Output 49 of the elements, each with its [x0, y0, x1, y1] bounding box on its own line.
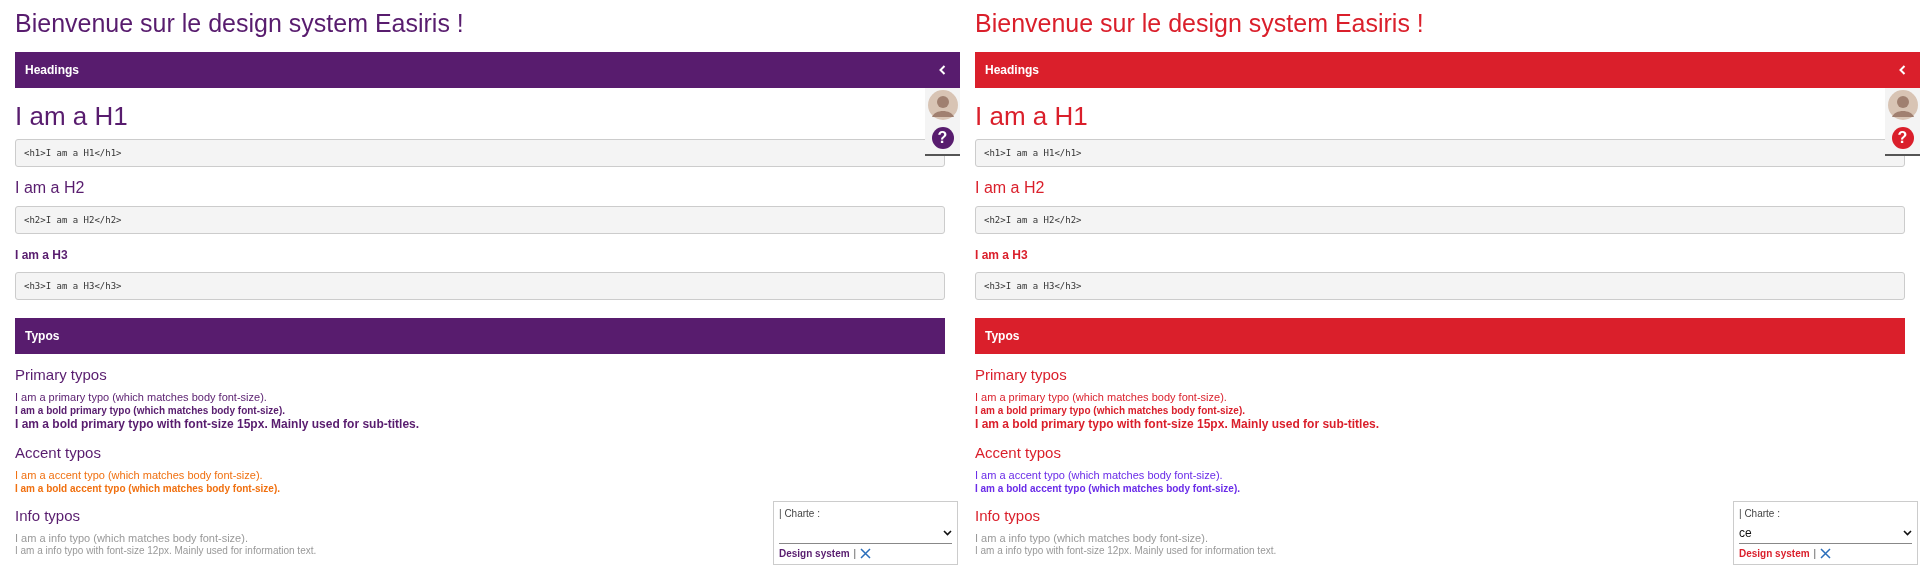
- design-system-link[interactable]: Design system: [779, 548, 850, 559]
- close-icon[interactable]: [860, 548, 872, 559]
- field-label: | Charte :: [1739, 508, 1781, 519]
- chevron-down-icon: [943, 530, 952, 536]
- typo-sample: I am a accent typo (which matches body font-size).: [15, 469, 263, 482]
- section-header: Typos: [15, 318, 945, 354]
- typo-sample: I am a bold accent typo (which matches body font-size).: [15, 482, 281, 495]
- heading-example: I am a H1: [975, 101, 1088, 131]
- typo-sample: I am a bold accent typo (which matches body font-size).: [975, 482, 1241, 495]
- design-system-link[interactable]: Design system: [1739, 548, 1810, 559]
- typo-group-title: Accent typos: [975, 444, 1061, 462]
- field-label: | Charte :: [779, 508, 821, 519]
- theme-select[interactable]: ce: [1739, 523, 1912, 544]
- avatar-icon[interactable]: [927, 90, 958, 120]
- typo-sample: I am a bold primary typo with font-size 15px. Mainly used for sub-titles.: [975, 417, 1380, 432]
- typo-sample: I am a primary typo (which matches body font-size).: [975, 391, 1227, 404]
- typo-sample: I am a primary typo (which matches body font-size).: [15, 391, 267, 404]
- code-block: <h2>I am a H2</h2>: [15, 206, 945, 234]
- separator-text: |: [853, 548, 857, 559]
- heading-example: I am a H3: [975, 248, 1028, 263]
- page-title: Bienvenue sur le design system Easiris !: [975, 8, 1425, 38]
- typo-sample: I am a info typo with font-size 12px. Mainly used for information text.: [975, 545, 1277, 557]
- typo-sample: I am a info typo with font-size 12px. Mainly used for information text.: [15, 545, 317, 557]
- chevron-down-icon: [1903, 530, 1912, 536]
- typo-group-title: Primary typos: [975, 366, 1067, 384]
- typo-group-title: Info typos: [15, 507, 81, 525]
- typo-sample: I am a accent typo (which matches body font-size).: [975, 469, 1223, 482]
- heading-example: I am a H1: [15, 101, 128, 131]
- close-icon[interactable]: [1820, 548, 1832, 559]
- separator-text: |: [1813, 548, 1817, 559]
- avatar-icon[interactable]: [1887, 90, 1918, 120]
- heading-example: I am a H3: [15, 248, 68, 263]
- chevron-left-icon: [939, 65, 946, 75]
- typo-sample: I am a bold primary typo with font-size 15px. Mainly used for sub-titles.: [15, 417, 420, 432]
- typo-group-title: Accent typos: [15, 444, 101, 462]
- section-header: Typos: [975, 318, 1905, 354]
- typo-group-title: Primary typos: [15, 366, 107, 384]
- code-block: <h3>I am a H3</h3>: [15, 272, 945, 300]
- heading-example: I am a H2: [975, 179, 1045, 197]
- page-title: Bienvenue sur le design system Easiris !: [15, 8, 465, 38]
- typo-sample: I am a info typo (which matches body font-size).: [15, 532, 248, 545]
- code-block: <h3>I am a H3</h3>: [975, 272, 1905, 300]
- chevron-left-icon: [1899, 65, 1906, 75]
- heading-example: I am a H2: [15, 179, 85, 197]
- typo-group-title: Info typos: [975, 507, 1041, 525]
- code-block: <h2>I am a H2</h2>: [975, 206, 1905, 234]
- typo-sample: I am a info typo (which matches body font-size).: [975, 532, 1208, 545]
- typo-sample: I am a bold primary typo (which matches body font-size).: [975, 404, 1246, 417]
- typo-sample: I am a bold primary typo (which matches body font-size).: [15, 404, 286, 417]
